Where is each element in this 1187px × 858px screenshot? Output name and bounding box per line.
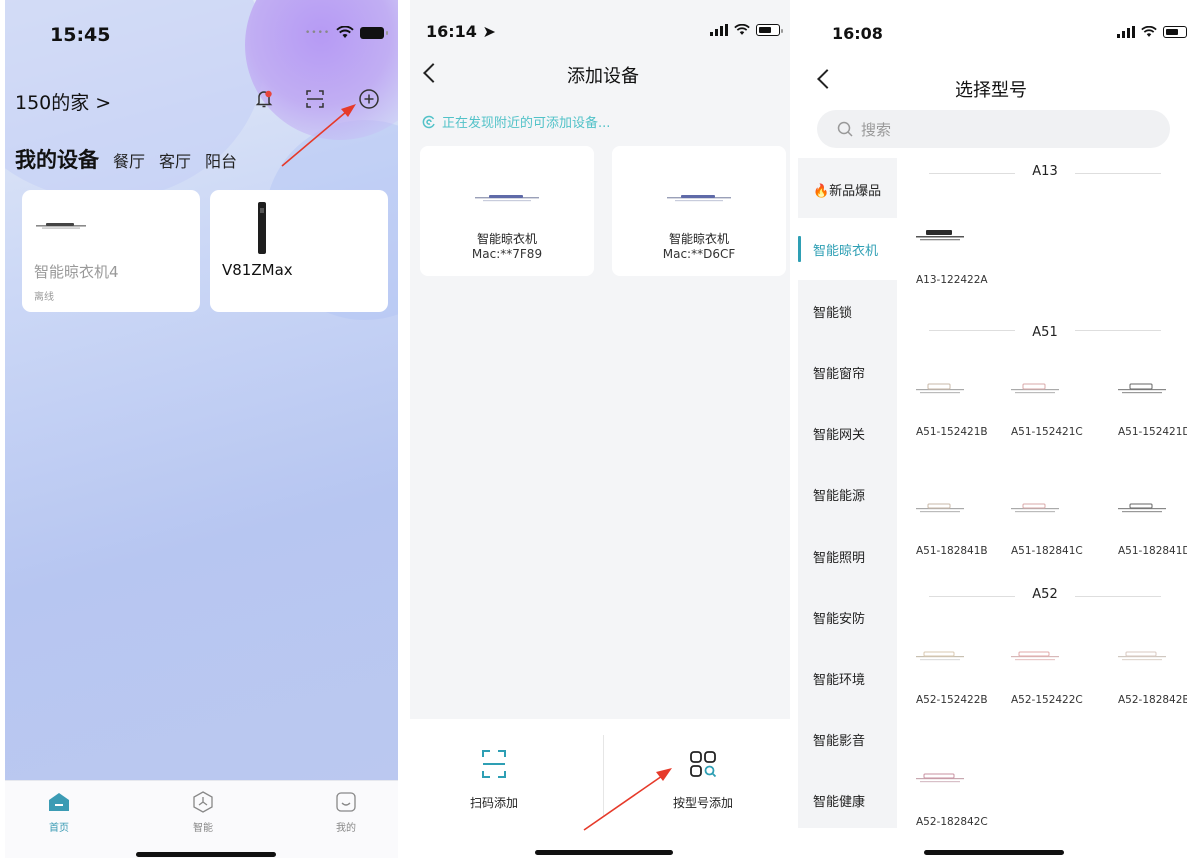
category-smart-security[interactable]: 智能安防 [798, 586, 897, 648]
dryer-model-image [916, 773, 964, 783]
category-new-products[interactable]: 🔥新品爆品 [798, 158, 897, 220]
category-smart-energy[interactable]: 智能能源 [798, 463, 897, 525]
select-model-screen: 16:08 选择型号 搜索 🔥新品爆品 智能晾衣机 智能锁 智能窗帘 智能网关 … [798, 0, 1187, 858]
category-smart-environment[interactable]: 智能环境 [798, 647, 897, 709]
cellular-signal-icon [710, 24, 728, 36]
home-tab-icon [46, 789, 72, 815]
clothes-dryer-image [475, 195, 539, 202]
battery-icon [756, 24, 783, 36]
search-input[interactable]: 搜索 [817, 110, 1170, 148]
tab-smart[interactable]: 智能 [173, 789, 233, 834]
dryer-model-image [916, 503, 964, 513]
category-clothes-dryer[interactable]: 智能晾衣机 [798, 218, 897, 280]
smart-tab-icon [190, 789, 216, 815]
notification-bell-icon[interactable] [251, 86, 277, 112]
wifi-icon [1141, 26, 1157, 37]
mine-tab-icon [333, 789, 359, 815]
wifi-icon [734, 24, 750, 35]
home-indicator [924, 850, 1064, 855]
category-smart-gateway[interactable]: 智能网关 [798, 402, 897, 464]
model-grid-icon [690, 751, 717, 778]
status-time: 16:08 [832, 24, 883, 43]
dryer-model-image [1118, 651, 1166, 661]
cellular-signal-icon [1117, 26, 1135, 38]
battery-icon [1163, 26, 1187, 38]
category-smart-lighting[interactable]: 智能照明 [798, 525, 897, 587]
category-smart-lock[interactable]: 智能锁 [798, 280, 897, 342]
section-header: A13 [929, 163, 1161, 183]
tab-living-room[interactable]: 客厅 [159, 148, 191, 172]
status-icons [1117, 26, 1187, 38]
back-icon[interactable] [423, 63, 443, 83]
home-indicator [136, 852, 276, 857]
dryer-model-image [1118, 503, 1166, 513]
section-header: A52 [929, 586, 1161, 606]
tab-mine[interactable]: 我的 [316, 789, 376, 834]
loading-spinner-icon [422, 115, 435, 128]
device-mac: Mac:**D6CF [662, 247, 736, 261]
home-indicator [535, 850, 673, 855]
home-screen: 15:45 •••• 150的家 > 我的设备 餐厅 客厅 阳台 智能晾衣机4 … [5, 0, 398, 858]
page-title: 添加设备 [567, 66, 639, 87]
device-name: 智能晾衣机 [668, 232, 729, 246]
add-method-bar: 扫码添加 按型号添加 [410, 719, 790, 858]
add-device-screen: 16:14 ➤ 添加设备 正在发现附近的可添加设备... 智能晾衣机 Mac:*… [410, 0, 790, 858]
category-smart-audio-video[interactable]: 智能影音 [798, 708, 897, 770]
tab-dining-room[interactable]: 餐厅 [113, 148, 145, 172]
wifi-icon [336, 26, 354, 38]
battery-icon [360, 26, 389, 39]
scan-add-button[interactable]: 扫码添加 [439, 747, 549, 811]
scan-code-icon [482, 750, 506, 778]
device-status: 离线 [34, 292, 54, 303]
status-time: 16:14 ➤ [426, 22, 496, 41]
dryer-model-image [1011, 383, 1059, 394]
tab-home[interactable]: 首页 [29, 789, 89, 834]
discovered-device-card[interactable]: 智能晾衣机 Mac:**7F89 [420, 146, 594, 276]
device-name: 智能晾衣机4 [34, 263, 119, 281]
tab-balcony[interactable]: 阳台 [205, 148, 237, 172]
dryer-model-image [916, 651, 964, 661]
clothes-dryer-image [36, 223, 86, 229]
device-card[interactable]: 智能晾衣机4 离线 [22, 190, 200, 312]
page-title: 选择型号 [955, 80, 1027, 101]
search-icon [837, 121, 853, 137]
status-icons: •••• [305, 26, 389, 39]
signal-dots-icon: •••• [305, 27, 331, 38]
clothes-dryer-image [667, 195, 731, 202]
dryer-model-image [1011, 651, 1059, 661]
category-list: 🔥新品爆品 智能晾衣机 智能锁 智能窗帘 智能网关 智能能源 智能照明 智能安防… [798, 158, 897, 828]
category-smart-curtain[interactable]: 智能窗帘 [798, 341, 897, 403]
status-icons [710, 24, 783, 36]
home-switcher[interactable]: 150的家 > [15, 88, 111, 115]
discovered-device-card[interactable]: 智能晾衣机 Mac:**D6CF [612, 146, 786, 276]
device-card[interactable]: V81ZMax [210, 190, 388, 312]
location-arrow-icon: ➤ [482, 22, 496, 41]
status-time: 15:45 [50, 24, 111, 46]
back-icon[interactable] [817, 69, 837, 89]
add-device-icon[interactable] [356, 86, 382, 112]
category-smart-health[interactable]: 智能健康 [798, 769, 897, 831]
device-name: V81ZMax [222, 261, 293, 279]
vacuum-device-image [258, 202, 266, 254]
discovering-status: 正在发现附近的可添加设备... [422, 112, 610, 131]
dryer-model-image [1118, 383, 1166, 394]
model-add-button[interactable]: 按型号添加 [648, 747, 758, 811]
scan-icon[interactable] [302, 86, 328, 112]
dryer-model-image [916, 383, 964, 394]
section-header: A51 [929, 320, 1161, 340]
tab-my-devices[interactable]: 我的设备 [15, 144, 99, 174]
dryer-model-image [1011, 503, 1059, 513]
device-mac: Mac:**7F89 [471, 247, 543, 261]
device-name: 智能晾衣机 [476, 232, 537, 246]
room-tabs: 我的设备 餐厅 客厅 阳台 [15, 144, 237, 174]
bottom-tab-bar: 首页 智能 我的 [5, 780, 398, 858]
dryer-model-image [916, 230, 964, 241]
